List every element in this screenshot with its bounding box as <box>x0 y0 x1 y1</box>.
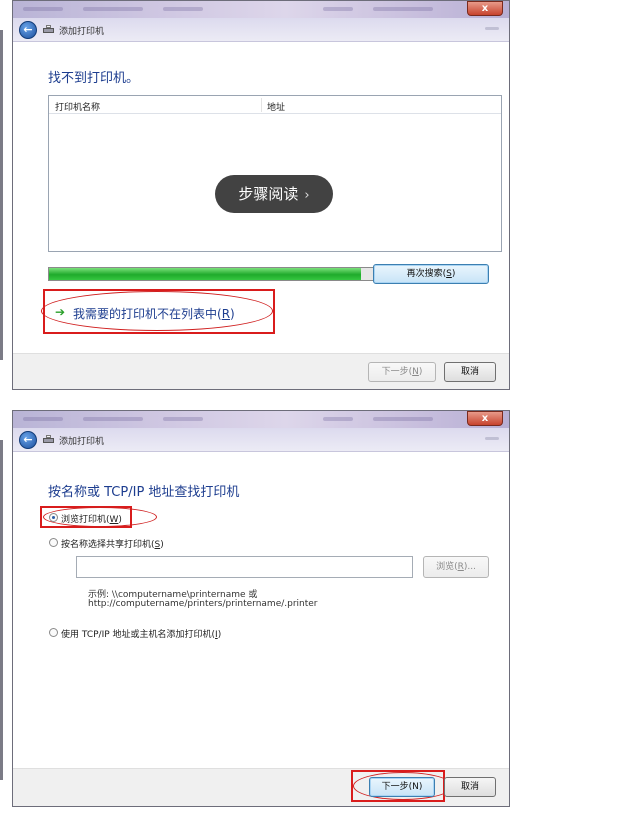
printer-list[interactable]: 打印机名称 地址 <box>48 95 502 252</box>
select-shared-printer-label[interactable]: 按名称选择共享打印机(S) <box>61 537 164 550</box>
progress-fill <box>49 268 361 280</box>
browse-printer-option-label[interactable]: 浏览打印机(W) <box>61 512 122 525</box>
back-arrow-icon[interactable]: ← <box>19 431 37 449</box>
next-button[interactable]: 下一步(N) <box>368 362 436 382</box>
search-again-button[interactable]: 再次搜索(S) <box>373 264 489 284</box>
address-text-blur <box>83 7 143 11</box>
window-title-bar[interactable]: x <box>13 1 509 18</box>
column-header-address[interactable]: 地址 <box>267 100 285 113</box>
nav-right-blur <box>485 27 499 30</box>
address-text-blur <box>83 417 143 421</box>
wizard-nav-bar: ← 添加打印机 <box>13 18 509 42</box>
address-text-blur <box>373 417 433 421</box>
address-text-blur <box>163 7 203 11</box>
printer-icon <box>43 25 54 35</box>
page-heading: 按名称或 TCP/IP 地址查找打印机 <box>48 485 240 500</box>
wizard-footer: 下一步(N) 取消 <box>13 353 509 389</box>
close-icon[interactable]: x <box>467 1 503 16</box>
page-heading: 找不到打印机。 <box>48 71 140 86</box>
tcpip-printer-radio[interactable] <box>49 628 58 637</box>
address-text-blur <box>373 7 433 11</box>
next-button[interactable]: 下一步(N) <box>369 777 435 797</box>
address-text-blur <box>23 417 63 421</box>
printer-not-listed-link[interactable]: 我需要的打印机不在列表中(R) <box>73 305 235 322</box>
add-printer-window-not-found: x ← 添加打印机 找不到打印机。 打印机名称 地址 步骤阅读 › 再次搜索(S)… <box>12 0 510 390</box>
browse-printer-radio[interactable] <box>49 513 58 522</box>
chevron-right-icon: › <box>304 188 310 203</box>
wizard-title: 添加打印机 <box>59 437 105 447</box>
example-text-line2: http://computername/printers/printername… <box>88 599 318 609</box>
step-reading-label: 步骤阅读 <box>238 185 299 203</box>
address-text-blur <box>323 7 353 11</box>
cancel-button[interactable]: 取消 <box>444 362 496 382</box>
shared-printer-name-input[interactable] <box>76 556 413 578</box>
list-header: 打印机名称 地址 <box>49 96 501 114</box>
nav-right-blur <box>485 437 499 440</box>
close-icon[interactable]: x <box>467 411 503 426</box>
address-text-blur <box>23 7 63 11</box>
add-printer-window-find-by-name: x ← 添加打印机 按名称或 TCP/IP 地址查找打印机 浏览打印机(W) 按… <box>12 410 510 807</box>
wizard-nav-bar: ← 添加打印机 <box>13 428 509 452</box>
step-reading-button[interactable]: 步骤阅读 › <box>215 175 333 213</box>
address-text-blur <box>163 417 203 421</box>
column-header-printer-name[interactable]: 打印机名称 <box>55 100 100 113</box>
browse-button[interactable]: 浏览(R)... <box>423 556 489 578</box>
back-arrow-icon[interactable]: ← <box>19 21 37 39</box>
search-progress-bar <box>48 267 378 281</box>
background-window-edge <box>0 440 3 780</box>
window-title-bar[interactable]: x <box>13 411 509 428</box>
background-window-edge <box>0 30 3 360</box>
green-arrow-icon: ➔ <box>55 305 66 319</box>
printer-icon <box>43 435 54 445</box>
wizard-footer: 下一步(N) 取消 <box>13 768 509 806</box>
address-text-blur <box>323 417 353 421</box>
tcpip-printer-option-label[interactable]: 使用 TCP/IP 地址或主机名添加打印机(I) <box>61 627 221 640</box>
cancel-button[interactable]: 取消 <box>444 777 496 797</box>
wizard-title: 添加打印机 <box>59 27 105 37</box>
select-shared-printer-radio[interactable] <box>49 538 58 547</box>
